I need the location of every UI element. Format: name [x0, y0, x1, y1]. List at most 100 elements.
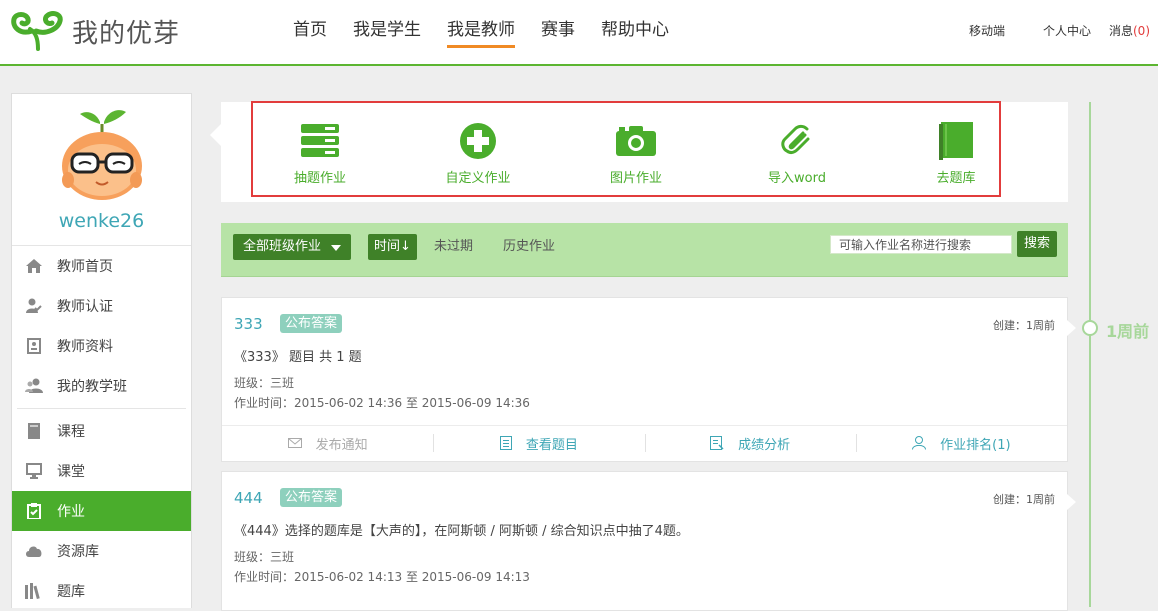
main-nav: 首页 我是学生 我是教师 赛事 帮助中心 — [280, 0, 682, 64]
sidebar-item-resources[interactable]: 资源库 — [12, 531, 191, 571]
report-icon — [710, 436, 724, 450]
view-questions-button[interactable]: 查看题目 — [433, 426, 644, 460]
sprout-logo-icon — [11, 11, 63, 51]
sidebar-item-teacher-cert[interactable]: 教师认证 — [12, 286, 191, 326]
library-icon — [25, 582, 43, 600]
message-count: (0) — [1133, 23, 1150, 38]
sidebar-item-label: 教师认证 — [57, 299, 113, 315]
tool-image-homework[interactable]: 图片作业 — [586, 121, 686, 186]
nav-contests[interactable]: 赛事 — [528, 0, 588, 64]
tool-custom-homework[interactable]: 自定义作业 — [428, 121, 528, 186]
messages-label: 消息 — [1108, 23, 1133, 38]
created-time: 创建：1周前 — [993, 493, 1055, 506]
assignment-time: 作业时间：2015-06-02 14:13 至 2015-06-09 14:13 — [234, 570, 530, 584]
assignment-description: 《333》 题目 共 1 题 — [234, 350, 362, 365]
sidebar-item-label: 作业 — [57, 504, 85, 520]
assignment-actions: 发布通知 查看题目 成绩分析 作业排名(1) — [222, 425, 1067, 460]
sidebar-menu: 教师首页 教师认证 教师资料 我的教学班 课程 课堂 作业 资源库 题库 — [12, 245, 191, 611]
homework-search-input[interactable] — [830, 235, 1012, 254]
user-icon — [912, 436, 927, 450]
action-label: 成绩分析 — [738, 437, 791, 453]
logo-text: 我的优芽 — [72, 18, 181, 49]
publish-answer-tag: 公布答案 — [280, 488, 343, 507]
sidebar-item-label: 我的教学班 — [57, 379, 127, 395]
assignment-title[interactable]: 444 — [234, 489, 263, 507]
sidebar-item-homework[interactable]: 作业 — [12, 491, 191, 531]
sidebar-item-label: 资源库 — [57, 544, 99, 560]
nav-help-center[interactable]: 帮助中心 — [588, 0, 682, 64]
sidebar-item-label: 课堂 — [57, 464, 85, 480]
assignment-title[interactable]: 333 — [234, 315, 263, 333]
tab-history[interactable]: 历史作业 — [503, 234, 555, 260]
tool-go-question-bank[interactable]: 去题库 — [906, 121, 1006, 186]
nav-home[interactable]: 首页 — [280, 0, 340, 64]
monitor-icon — [25, 462, 43, 480]
sidebar-divider — [17, 408, 186, 409]
user-check-icon — [25, 297, 43, 315]
tool-random-homework[interactable]: 抽题作业 — [270, 121, 370, 186]
tool-label: 图片作业 — [609, 171, 662, 186]
avatar[interactable] — [56, 104, 148, 204]
publish-notice-button[interactable]: 发布通知 — [222, 426, 433, 460]
timeline-label: 1周前 — [1106, 322, 1150, 341]
book-icon — [25, 422, 43, 440]
sidebar-item-courses[interactable]: 课程 — [12, 411, 191, 451]
assignment-class: 班级：三班 — [234, 550, 295, 564]
personal-center-link[interactable]: 个人中心 — [1043, 22, 1091, 39]
sidebar: wenke26 教师首页 教师认证 教师资料 我的教学班 课程 课堂 作业 资源… — [11, 93, 192, 608]
tool-label: 导入word — [768, 171, 826, 186]
sidebar-item-classroom[interactable]: 课堂 — [12, 451, 191, 491]
class-filter-dropdown[interactable]: 全部班级作业 — [233, 234, 352, 260]
sidebar-item-label: 教师首页 — [57, 259, 113, 275]
sidebar-item-my-classes[interactable]: 我的教学班 — [12, 366, 191, 406]
score-analysis-button[interactable]: 成绩分析 — [644, 426, 856, 460]
assignment-card: 444 公布答案 创建：1周前 《444》选择的题库是【大声的】，在阿斯顿 / … — [221, 471, 1076, 611]
sidebar-item-label: 教师资料 — [57, 339, 113, 355]
search-button[interactable]: 搜索 — [1017, 231, 1057, 257]
timeline-dot — [1082, 320, 1098, 336]
assignment-class: 班级：三班 — [234, 376, 295, 390]
assignment-description: 《444》选择的题库是【大声的】，在阿斯顿 / 阿斯顿 / 综合知识点中抽了4题… — [234, 524, 689, 539]
stack-icon — [270, 121, 370, 161]
action-label: 发布通知 — [315, 437, 368, 453]
home-icon — [25, 257, 43, 275]
camera-icon — [586, 121, 686, 161]
publish-answer-tag: 公布答案 — [280, 314, 343, 333]
tool-label: 去题库 — [936, 171, 976, 186]
nav-student[interactable]: 我是学生 — [340, 0, 434, 64]
created-time: 创建：1周前 — [993, 319, 1055, 332]
clipboard-check-icon — [25, 502, 43, 520]
card-pointer — [1067, 320, 1076, 336]
tool-import-word[interactable]: 导入word — [747, 121, 847, 186]
timeline-line — [1089, 102, 1091, 607]
sidebar-item-teacher-profile[interactable]: 教师资料 — [12, 326, 191, 366]
sidebar-item-question-bank[interactable]: 题库 — [12, 571, 191, 611]
caret-down-icon — [331, 245, 342, 251]
site-logo[interactable]: 我的优芽 — [10, 8, 190, 54]
sidebar-item-label: 课程 — [57, 424, 85, 440]
tab-not-expired[interactable]: 未过期 — [434, 234, 473, 260]
sort-by-time-button[interactable]: 时间↓ — [368, 234, 417, 260]
toolbox-pointer — [210, 124, 221, 146]
tool-label: 自定义作业 — [445, 171, 511, 186]
nav-teacher[interactable]: 我是教师 — [434, 0, 528, 64]
sidebar-item-label: 题库 — [57, 584, 85, 600]
mobile-link[interactable]: 移动端 — [969, 22, 1005, 39]
paperclip-icon — [747, 121, 847, 161]
class-filter-label: 全部班级作业 — [243, 239, 322, 254]
profile-card-icon — [25, 337, 43, 355]
action-label: 查看题目 — [525, 437, 578, 453]
filter-bar: 全部班级作业 时间↓ 未过期 历史作业 搜索 — [221, 223, 1068, 277]
cloud-icon — [25, 542, 43, 560]
action-label: 作业排名(1) — [940, 437, 1011, 453]
assignment-card: 333 公布答案 创建：1周前 《333》 题目 共 1 题 班级：三班 作业时… — [221, 297, 1076, 462]
homework-ranking-button[interactable]: 作业排名(1) — [855, 426, 1067, 460]
sidebar-item-teacher-home[interactable]: 教师首页 — [12, 246, 191, 286]
tool-label: 抽题作业 — [293, 171, 346, 186]
plus-circle-icon — [428, 121, 528, 161]
top-header: 我的优芽 首页 我是学生 我是教师 赛事 帮助中心 移动端 个人中心 消息(0) — [0, 0, 1158, 66]
messages-link[interactable]: 消息(0) — [1109, 22, 1150, 39]
envelope-icon — [287, 438, 302, 448]
top-links: 移动端 个人中心 消息(0) — [931, 0, 1150, 60]
class-group-icon — [25, 377, 43, 395]
